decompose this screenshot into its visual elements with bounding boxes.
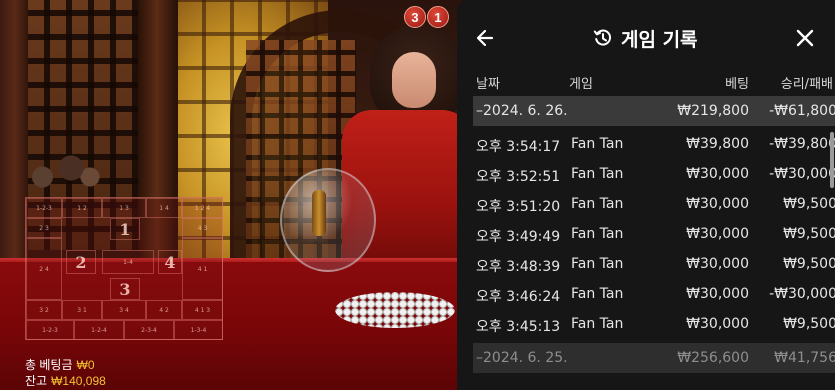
bet-number-3[interactable]: 3 [110, 278, 140, 300]
history-row[interactable]: 오후 3:49:49 Fan Tan ₩30,000 ₩9,500 [473, 219, 835, 249]
row-time: 오후 3:45:13 [476, 319, 561, 335]
row-time: 오후 3:46:24 [476, 289, 561, 305]
panel-title-group: 게임 기록 [593, 24, 698, 52]
date-group-row[interactable]: –2024. 6. 26. ₩219,800 -₩61,800 [473, 96, 835, 126]
result-badge: 1 [427, 6, 449, 28]
bet-spot[interactable]: 1-2-3 [26, 198, 62, 218]
decorative-plant [14, 150, 109, 195]
row-time: 오후 3:49:49 [476, 229, 561, 245]
bet-spot[interactable]: 1-3-4 [174, 320, 223, 340]
row-game: Fan Tan [571, 136, 624, 152]
dome-handle [312, 190, 326, 236]
row-bet: ₩30,000 [686, 286, 749, 302]
bet-spot[interactable]: 1 3 [102, 198, 146, 218]
panel-header: 게임 기록 [457, 0, 835, 70]
row-result: ₩9,500 [783, 226, 835, 242]
balance-label: 잔고 [25, 374, 48, 388]
row-result: ₩9,500 [783, 196, 835, 212]
history-clock-icon [593, 29, 611, 46]
row-result: -₩30,000 [769, 166, 835, 182]
back-button[interactable] [471, 24, 499, 52]
row-bet: ₩30,000 [686, 316, 749, 332]
bet-number-4[interactable]: 4 [158, 250, 182, 274]
total-bet-label: 총 베팅금 [25, 358, 73, 372]
total-bet: 총 베팅금 ₩0 [25, 356, 95, 373]
bet-spot[interactable]: 1 2 4 [182, 198, 223, 218]
bet-number-2[interactable]: 2 [66, 250, 96, 274]
glass-dome [280, 168, 376, 272]
row-bet: ₩30,000 [686, 196, 749, 212]
history-row[interactable]: 오후 3:54:17 Fan Tan ₩39,800 -₩39,800 [473, 129, 835, 159]
group-total-result: -₩61,800 [769, 103, 835, 119]
group-total-bet: ₩256,600 [677, 350, 749, 366]
column-game: 게임 [569, 77, 593, 92]
row-time: 오후 3:54:17 [476, 139, 561, 155]
date-group-row[interactable]: –2024. 6. 25. ₩256,600 ₩41,756 [473, 343, 835, 373]
fan-tan-beads [335, 292, 455, 328]
history-row[interactable]: 오후 3:46:24 Fan Tan ₩30,000 -₩30,000 [473, 279, 835, 309]
group-date: –2024. 6. 25. [476, 350, 568, 366]
row-result: -₩30,000 [769, 286, 835, 302]
history-row[interactable]: 오후 3:48:39 Fan Tan ₩30,000 ₩9,500 [473, 249, 835, 279]
column-result: 승리/패배 [780, 77, 833, 92]
column-bet: 베팅 [725, 77, 749, 92]
bet-spot[interactable]: 1-2-3 [26, 320, 74, 340]
dealer-face [392, 52, 436, 108]
row-game: Fan Tan [571, 226, 624, 242]
row-bet: ₩30,000 [686, 166, 749, 182]
arrow-left-icon [476, 29, 494, 47]
row-time: 오후 3:51:20 [476, 199, 561, 215]
history-row[interactable]: 오후 3:51:20 Fan Tan ₩30,000 ₩9,500 [473, 189, 835, 219]
row-bet: ₩30,000 [686, 256, 749, 272]
row-game: Fan Tan [571, 316, 624, 332]
group-date: –2024. 6. 26. [476, 103, 568, 119]
result-badge: 3 [404, 6, 426, 28]
bet-spot[interactable]: 2 4 [26, 238, 62, 300]
row-result: -₩39,800 [769, 136, 835, 152]
row-game: Fan Tan [571, 286, 624, 302]
row-result: ₩9,500 [783, 316, 835, 332]
row-game: Fan Tan [571, 256, 624, 272]
bet-spot[interactable]: 4 2 [146, 300, 182, 320]
close-button[interactable] [791, 24, 819, 52]
group-total-bet: ₩219,800 [677, 103, 749, 119]
bet-spot[interactable]: 3 4 [102, 300, 146, 320]
bet-center[interactable]: 1-4 [102, 250, 154, 274]
group-total-result: ₩41,756 [774, 350, 835, 366]
bet-spot[interactable]: 2 3 [26, 218, 62, 238]
bet-spot[interactable]: 3 2 [26, 300, 62, 320]
bet-spot[interactable]: 2-3-4 [124, 320, 174, 340]
row-time: 오후 3:48:39 [476, 259, 561, 275]
bet-number-1[interactable]: 1 [110, 218, 140, 240]
row-bet: ₩39,800 [686, 136, 749, 152]
betting-grid: 1-2-3 1 2 1 3 1 4 1 2 4 2 3 2 4 4 3 4 1 … [25, 197, 223, 340]
bet-spot[interactable]: 4 3 [182, 218, 223, 238]
bet-spot[interactable]: 1 4 [146, 198, 182, 218]
row-bet: ₩30,000 [686, 226, 749, 242]
row-game: Fan Tan [571, 196, 624, 212]
bet-spot[interactable]: 1-2-4 [74, 320, 124, 340]
balance-value: ₩140,098 [51, 374, 106, 388]
total-bet-value: ₩0 [76, 358, 95, 372]
history-row[interactable]: 오후 3:52:51 Fan Tan ₩30,000 -₩30,000 [473, 159, 835, 189]
close-icon [796, 29, 814, 47]
bet-spot[interactable]: 3 1 [62, 300, 102, 320]
row-game: Fan Tan [571, 166, 624, 182]
game-history-panel: 게임 기록 날짜 게임 베팅 승리/패배 –2024. 6. 26. ₩219,… [457, 0, 835, 390]
column-date: 날짜 [476, 77, 500, 92]
history-row[interactable]: 오후 3:45:13 Fan Tan ₩30,000 ₩9,500 [473, 309, 835, 339]
panel-title: 게임 기록 [621, 28, 698, 51]
bet-spot[interactable]: 1 2 [62, 198, 102, 218]
bet-spot[interactable]: 4 1 [182, 238, 223, 300]
row-time: 오후 3:52:51 [476, 169, 561, 185]
bet-spot[interactable]: 4 1 3 [182, 300, 223, 320]
scrollbar[interactable] [830, 132, 834, 188]
row-result: ₩9,500 [783, 256, 835, 272]
balance: 잔고 ₩140,098 [25, 372, 106, 389]
